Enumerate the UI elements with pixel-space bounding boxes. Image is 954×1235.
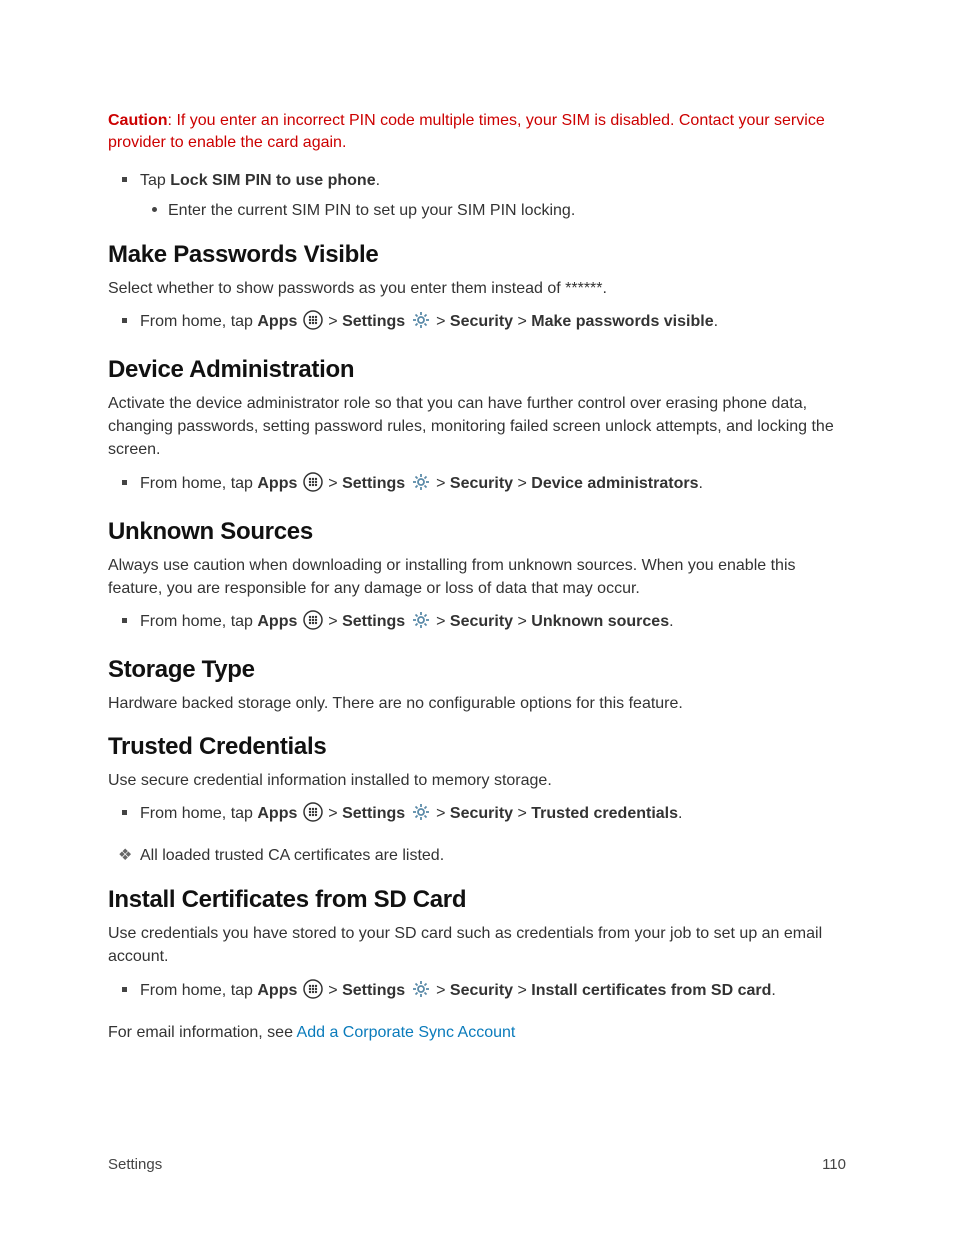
settings-label: Settings: [342, 613, 405, 630]
path-last: Unknown sources: [531, 613, 669, 630]
footer-page-number: 110: [822, 1156, 846, 1173]
settings-label: Settings: [342, 982, 405, 999]
apps-icon: [303, 610, 323, 638]
apps-label: Apps: [257, 805, 297, 822]
path-last: Install certificates from SD card: [531, 982, 771, 999]
apps-label: Apps: [257, 313, 297, 330]
page: Caution: If you enter an incorrect PIN c…: [0, 0, 954, 1235]
gear-icon: [411, 472, 431, 500]
path-last: Device administrators: [531, 475, 698, 492]
heading-install-certificates: Install Certificates from SD Card: [108, 886, 846, 914]
body-text: For email information, see Add a Corpora…: [108, 1021, 846, 1044]
apps-label: Apps: [257, 982, 297, 999]
sep: >: [513, 313, 531, 330]
apps-icon: [303, 472, 323, 500]
apps-label: Apps: [257, 475, 297, 492]
sep: >: [436, 613, 450, 630]
body-text: Activate the device administrator role s…: [108, 392, 846, 462]
list-item: From home, tap Apps > Settings > Securit…: [140, 979, 846, 1007]
text: From home, tap: [140, 475, 257, 492]
path-last: Trusted credentials: [531, 805, 678, 822]
footer-section: Settings: [108, 1156, 162, 1173]
sep: >: [328, 313, 342, 330]
list-item: From home, tap Apps > Settings > Securit…: [140, 310, 846, 338]
nav-list: From home, tap Apps > Settings > Securit…: [108, 310, 846, 338]
heading-trusted-credentials: Trusted Credentials: [108, 733, 846, 761]
settings-label: Settings: [342, 475, 405, 492]
sep: >: [436, 805, 450, 822]
corporate-sync-link[interactable]: Add a Corporate Sync Account: [297, 1024, 516, 1041]
apps-label: Apps: [257, 613, 297, 630]
gear-icon: [411, 979, 431, 1007]
sep: >: [436, 313, 450, 330]
nav-list: From home, tap Apps > Settings > Securit…: [108, 610, 846, 638]
security-label: Security: [450, 982, 513, 999]
text: From home, tap: [140, 613, 257, 630]
apps-icon: [303, 802, 323, 830]
sep: >: [436, 982, 450, 999]
sep: >: [513, 613, 531, 630]
caution-text: : If you enter an incorrect PIN code mul…: [108, 112, 825, 151]
body-text: Use credentials you have stored to your …: [108, 922, 846, 968]
heading-make-passwords-visible: Make Passwords Visible: [108, 241, 846, 269]
gear-icon: [411, 610, 431, 638]
list-item: From home, tap Apps > Settings > Securit…: [140, 610, 846, 638]
gear-icon: [411, 802, 431, 830]
path-last: Make passwords visible: [531, 313, 713, 330]
text: From home, tap: [140, 313, 257, 330]
apps-icon: [303, 310, 323, 338]
sep: >: [513, 982, 531, 999]
text: For email information, see: [108, 1024, 297, 1041]
list-item: From home, tap Apps > Settings > Securit…: [140, 472, 846, 500]
caution-label: Caution: [108, 112, 168, 129]
list-item: Tap Lock SIM PIN to use phone. Enter the…: [140, 169, 846, 223]
sep: >: [328, 805, 342, 822]
sep: >: [513, 805, 531, 822]
list-item: Enter the current SIM PIN to set up your…: [168, 199, 846, 223]
text: .: [376, 172, 380, 189]
heading-storage-type: Storage Type: [108, 656, 846, 684]
sep: >: [328, 982, 342, 999]
body-text: Always use caution when downloading or i…: [108, 554, 846, 600]
sim-list: Tap Lock SIM PIN to use phone. Enter the…: [108, 169, 846, 223]
heading-device-administration: Device Administration: [108, 356, 846, 384]
settings-label: Settings: [342, 805, 405, 822]
security-label: Security: [450, 475, 513, 492]
sep: >: [328, 475, 342, 492]
text: Enter the current SIM PIN to set up your…: [168, 202, 575, 219]
security-label: Security: [450, 805, 513, 822]
apps-icon: [303, 979, 323, 1007]
text: From home, tap: [140, 805, 257, 822]
note-list: All loaded trusted CA certificates are l…: [108, 844, 846, 868]
sep: >: [436, 475, 450, 492]
text: From home, tap: [140, 982, 257, 999]
sep: >: [513, 475, 531, 492]
gear-icon: [411, 310, 431, 338]
bold-text: Lock SIM PIN to use phone: [170, 172, 375, 189]
body-text: Hardware backed storage only. There are …: [108, 692, 846, 715]
body-text: Select whether to show passwords as you …: [108, 277, 846, 300]
nav-list: From home, tap Apps > Settings > Securit…: [108, 979, 846, 1007]
list-item: From home, tap Apps > Settings > Securit…: [140, 802, 846, 830]
heading-unknown-sources: Unknown Sources: [108, 518, 846, 546]
security-label: Security: [450, 613, 513, 630]
caution-note: Caution: If you enter an incorrect PIN c…: [108, 110, 846, 155]
text: All loaded trusted CA certificates are l…: [140, 847, 444, 864]
nav-list: From home, tap Apps > Settings > Securit…: [108, 802, 846, 830]
list-item: All loaded trusted CA certificates are l…: [140, 844, 846, 868]
page-footer: Settings 110: [108, 1156, 846, 1173]
nav-list: From home, tap Apps > Settings > Securit…: [108, 472, 846, 500]
text: Tap: [140, 172, 170, 189]
sep: >: [328, 613, 342, 630]
sub-list: Enter the current SIM PIN to set up your…: [140, 199, 846, 223]
security-label: Security: [450, 313, 513, 330]
settings-label: Settings: [342, 313, 405, 330]
body-text: Use secure credential information instal…: [108, 769, 846, 792]
